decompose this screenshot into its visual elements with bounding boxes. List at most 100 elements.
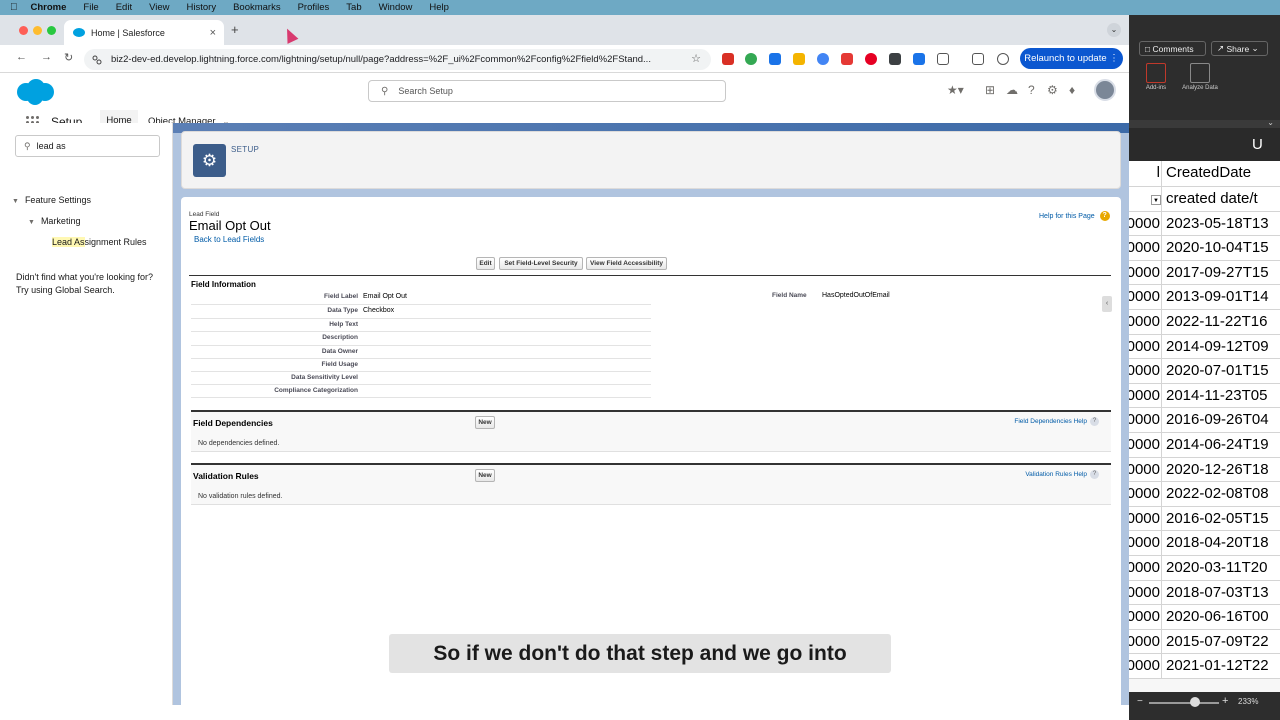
cell[interactable]: 2015-07-09T22 bbox=[1166, 630, 1269, 654]
reading-list-icon[interactable] bbox=[972, 53, 984, 65]
zoom-slider-thumb[interactable] bbox=[1190, 697, 1200, 707]
table-row[interactable]: 0000 2020-06-16T00 bbox=[1129, 605, 1280, 630]
extension-icon-5[interactable] bbox=[817, 53, 829, 65]
extension-icon-1[interactable] bbox=[722, 53, 734, 65]
table-row[interactable]: 0000 2022-11-22T16 bbox=[1129, 310, 1280, 335]
chevron-down-icon[interactable]: ⌄ bbox=[1267, 118, 1274, 127]
collapse-panel-chevron-icon[interactable]: ‹ bbox=[1102, 296, 1112, 312]
setup-search-input[interactable]: ⚲ Search Setup bbox=[368, 80, 726, 102]
cell[interactable]: 2020-10-04T15 bbox=[1166, 236, 1269, 260]
cell[interactable]: 2014-09-12T09 bbox=[1166, 335, 1269, 359]
help-for-page-link[interactable]: Help for this Page ? bbox=[1039, 211, 1110, 221]
cell[interactable]: created date/t bbox=[1166, 187, 1258, 211]
menu-window[interactable]: Window bbox=[379, 2, 413, 13]
table-row[interactable]: 0000 2020-03-11T20 bbox=[1129, 556, 1280, 581]
cell[interactable]: 2020-07-01T15 bbox=[1166, 359, 1269, 383]
pinterest-icon[interactable] bbox=[865, 53, 877, 65]
set-field-level-security-button[interactable]: Set Field-Level Security bbox=[499, 257, 583, 270]
cell[interactable]: 0000 bbox=[1129, 383, 1162, 408]
cell[interactable]: 2016-02-05T15 bbox=[1166, 507, 1269, 531]
menu-file[interactable]: File bbox=[83, 2, 98, 13]
table-row[interactable]: 0000 2017-09-27T15 bbox=[1129, 260, 1280, 286]
menu-history[interactable]: History bbox=[187, 2, 217, 13]
bookmark-star-icon[interactable]: ☆ bbox=[691, 52, 701, 65]
cell[interactable]: 0000 bbox=[1129, 506, 1162, 531]
validation-rules-help-link[interactable]: Validation Rules Help? bbox=[1025, 470, 1099, 479]
chevron-down-icon[interactable]: ▼ bbox=[28, 219, 35, 226]
filter-dropdown-icon[interactable]: ▼ bbox=[1151, 195, 1161, 205]
share-button[interactable]: ↗ Share ⌄ bbox=[1211, 41, 1268, 56]
table-row[interactable]: 0000 2014-11-23T05 bbox=[1129, 383, 1280, 409]
edit-button[interactable]: Edit bbox=[476, 257, 495, 270]
apple-icon[interactable]:  bbox=[10, 2, 18, 13]
table-row[interactable]: 0000 2015-07-09T22 bbox=[1129, 629, 1280, 655]
notifications-bell-icon[interactable]: ♦ bbox=[1069, 83, 1075, 97]
cell[interactable]: 0000 bbox=[1129, 531, 1162, 555]
site-info-icon[interactable] bbox=[92, 55, 102, 65]
extensions-puzzle-icon[interactable] bbox=[937, 53, 949, 65]
cell[interactable]: 2014-06-24T19 bbox=[1166, 433, 1269, 457]
cell[interactable]: 0000 bbox=[1129, 359, 1162, 383]
menu-view[interactable]: View bbox=[149, 2, 169, 13]
table-row[interactable]: l CreatedDate bbox=[1129, 161, 1280, 187]
table-row[interactable]: 0000 2013-09-01T14 bbox=[1129, 285, 1280, 310]
cell[interactable]: 0000 bbox=[1129, 629, 1162, 654]
cell[interactable]: 2020-03-11T20 bbox=[1166, 556, 1267, 580]
cell[interactable]: 2020-12-26T18 bbox=[1166, 458, 1269, 482]
table-row[interactable]: 0000 2014-06-24T19 bbox=[1129, 433, 1280, 458]
tab-search-icon[interactable]: ⌄ bbox=[1107, 23, 1121, 37]
table-row[interactable]: 0000 2022-02-08T08 bbox=[1129, 482, 1280, 507]
favorites-star-icon[interactable]: ★▾ bbox=[947, 83, 964, 97]
add-ins-button[interactable]: Add-ins bbox=[1137, 63, 1175, 91]
help-question-icon[interactable]: ? bbox=[1028, 83, 1035, 97]
menu-help[interactable]: Help bbox=[429, 2, 449, 13]
cell[interactable]: 2018-04-20T18 bbox=[1166, 531, 1269, 555]
zoom-slider[interactable] bbox=[1149, 702, 1219, 704]
cell[interactable]: 2020-06-16T00 bbox=[1166, 605, 1269, 629]
analyze-data-button[interactable]: Analyze Data bbox=[1181, 63, 1219, 91]
global-actions-add-icon[interactable]: ⊞ bbox=[985, 83, 995, 97]
cell[interactable]: 2021-01-12T22 bbox=[1166, 654, 1269, 678]
table-row[interactable]: 0000 2014-09-12T09 bbox=[1129, 334, 1280, 360]
cell[interactable]: 2014-11-23T05 bbox=[1166, 384, 1267, 408]
menu-edit[interactable]: Edit bbox=[116, 2, 132, 13]
column-letter[interactable]: U bbox=[1252, 136, 1263, 153]
zoom-in-icon[interactable]: + bbox=[1222, 695, 1228, 707]
tab-close-icon[interactable]: × bbox=[210, 27, 216, 39]
cell[interactable]: 0000 bbox=[1129, 334, 1162, 359]
field-dependencies-help-link[interactable]: Field Dependencies Help? bbox=[1014, 417, 1099, 426]
cell[interactable]: 0000 bbox=[1129, 605, 1162, 629]
table-row[interactable]: 0000 2020-12-26T18 bbox=[1129, 457, 1280, 483]
menu-app-name[interactable]: Chrome bbox=[31, 2, 67, 13]
table-row[interactable]: 0000 2023-05-18T13 bbox=[1129, 211, 1280, 237]
new-tab-icon[interactable]: + bbox=[231, 22, 239, 37]
table-row[interactable]: created date/t ▼ bbox=[1129, 187, 1280, 212]
relaunch-to-update-button[interactable]: Relaunch to update ⋮ bbox=[1020, 48, 1123, 69]
tree-item-feature-settings[interactable]: ▼ Feature Settings bbox=[12, 195, 91, 205]
cell[interactable]: 2022-11-22T16 bbox=[1166, 310, 1267, 334]
cell[interactable]: 2018-07-03T13 bbox=[1166, 581, 1269, 605]
cell[interactable]: 0000 bbox=[1129, 580, 1162, 605]
zoom-window-button[interactable] bbox=[47, 26, 56, 35]
table-row[interactable]: 0000 2018-04-20T18 bbox=[1129, 531, 1280, 556]
tree-item-marketing[interactable]: ▼ Marketing bbox=[28, 216, 80, 226]
cell[interactable]: 2017-09-27T15 bbox=[1166, 261, 1269, 285]
chevron-down-icon[interactable]: ▼ bbox=[12, 198, 19, 205]
reload-icon[interactable]: ↻ bbox=[64, 51, 73, 64]
table-row[interactable]: 0000 2018-07-03T13 bbox=[1129, 580, 1280, 606]
menu-bookmarks[interactable]: Bookmarks bbox=[233, 2, 281, 13]
user-avatar[interactable] bbox=[1094, 79, 1116, 101]
trailhead-guidance-icon[interactable]: ☁ bbox=[1006, 83, 1018, 97]
cell[interactable]: 0000 bbox=[1129, 654, 1162, 678]
table-row[interactable]: 0000 2020-10-04T15 bbox=[1129, 236, 1280, 261]
view-field-accessibility-button[interactable]: View Field Accessibility bbox=[586, 257, 667, 270]
cell[interactable]: 2013-09-01T14 bbox=[1166, 285, 1269, 309]
new-dependency-button[interactable]: New bbox=[475, 416, 495, 429]
quick-find-input[interactable]: ⚲ lead as bbox=[15, 135, 160, 157]
cell[interactable]: 2016-09-26T04 bbox=[1166, 408, 1269, 432]
tree-item-lead-assignment-rules[interactable]: Lead Assignment Rules bbox=[52, 237, 147, 247]
minimize-window-button[interactable] bbox=[33, 26, 42, 35]
cell[interactable]: 2022-02-08T08 bbox=[1166, 482, 1269, 506]
global-search-link[interactable]: Try using Global Search. bbox=[16, 284, 166, 297]
table-row[interactable]: 0000 2020-07-01T15 bbox=[1129, 359, 1280, 384]
